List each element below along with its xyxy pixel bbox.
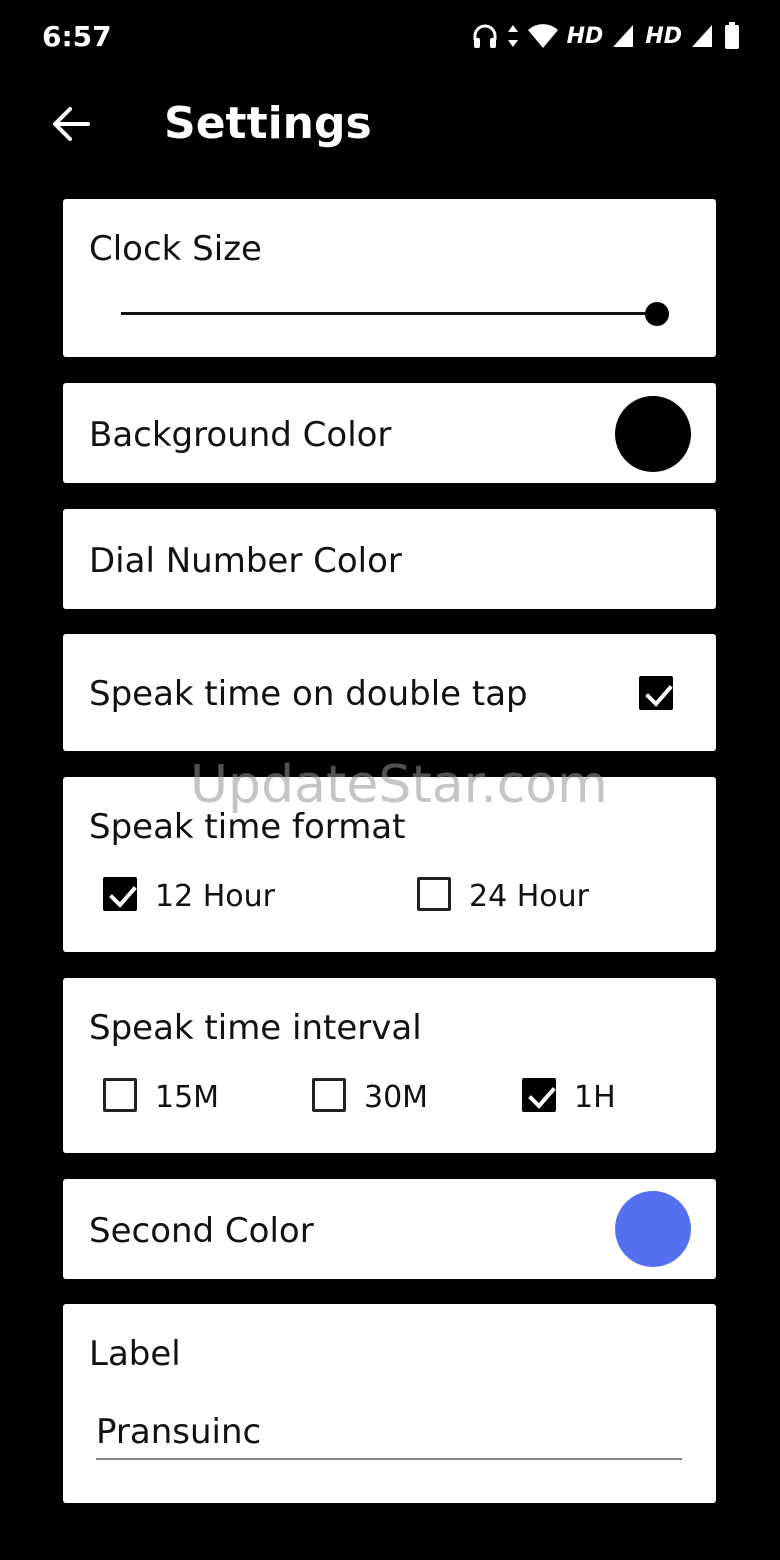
status-icons: HD HD	[471, 22, 740, 50]
format-24-hour-checkbox[interactable]	[417, 877, 451, 911]
label-field-title: Label	[89, 1334, 181, 1374]
battery-icon	[725, 22, 739, 49]
format-24-hour-label: 24 Hour	[469, 879, 589, 914]
format-12-hour-checkbox[interactable]	[103, 877, 137, 911]
speak-interval-card: Speak time interval 15M 30M 1H	[63, 978, 716, 1153]
speak-double-tap-card: Speak time on double tap	[63, 634, 716, 751]
back-button[interactable]	[48, 104, 94, 144]
label-card: Label Pransuinc	[63, 1304, 716, 1503]
speak-double-tap-checkbox[interactable]	[639, 676, 673, 710]
interval-1h-label: 1H	[574, 1080, 616, 1115]
network-type-2: HD	[645, 23, 682, 49]
interval-30m-label: 30M	[364, 1080, 429, 1115]
page-title: Settings	[164, 98, 372, 149]
interval-30m-checkbox[interactable]	[312, 1078, 346, 1112]
arrow-back-icon	[53, 107, 90, 141]
second-color-label: Second Color	[89, 1211, 314, 1251]
app-bar: Settings	[0, 86, 780, 166]
dial-number-color-card[interactable]: Dial Number Color	[63, 509, 716, 609]
speak-double-tap-label: Speak time on double tap	[89, 674, 528, 714]
label-input[interactable]: Pransuinc	[96, 1412, 261, 1452]
background-color-swatch[interactable]	[615, 396, 691, 472]
clock-size-slider-track[interactable]	[121, 312, 659, 315]
second-color-swatch[interactable]	[615, 1191, 691, 1267]
speak-format-card: Speak time format 12 Hour 24 Hour	[63, 777, 716, 952]
network-type-1: HD	[566, 23, 604, 49]
data-arrows-icon	[507, 25, 518, 47]
background-color-card[interactable]: Background Color	[63, 383, 716, 483]
wifi-icon	[527, 24, 558, 48]
headphones-icon	[473, 24, 497, 48]
check-icon	[109, 886, 137, 908]
dial-number-color-label: Dial Number Color	[89, 541, 402, 581]
label-input-underline	[96, 1458, 682, 1460]
clock-size-slider-thumb[interactable]	[645, 302, 669, 326]
speak-interval-label: Speak time interval	[89, 1008, 422, 1048]
clock-size-label: Clock Size	[89, 229, 262, 269]
check-icon	[528, 1087, 556, 1109]
interval-1h-checkbox[interactable]	[522, 1078, 556, 1112]
format-12-hour-label: 12 Hour	[155, 879, 275, 914]
signal-icon-2	[692, 25, 712, 47]
clock-size-card: Clock Size	[63, 199, 716, 357]
speak-format-label: Speak time format	[89, 807, 406, 847]
status-bar: 6:57 HD HD	[0, 0, 780, 76]
signal-icon	[613, 25, 634, 47]
background-color-label: Background Color	[89, 415, 392, 455]
check-icon	[645, 685, 673, 707]
interval-15m-checkbox[interactable]	[103, 1078, 137, 1112]
status-time: 6:57	[42, 20, 112, 53]
interval-15m-label: 15M	[155, 1080, 220, 1115]
second-color-card[interactable]: Second Color	[63, 1179, 716, 1279]
